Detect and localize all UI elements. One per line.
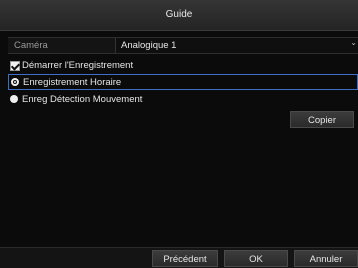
setup-wizard-window: Guide Caméra Analogique 1 ⌄ Démarrer l'E…	[0, 0, 358, 268]
title-bar: Guide	[0, 0, 358, 31]
motion-recording-label: Enreg Détection Mouvement	[22, 94, 143, 105]
camera-select-value: Analogique 1	[121, 40, 177, 51]
copy-button[interactable]: Copier	[290, 111, 354, 128]
schedule-recording-option[interactable]: Enregistrement Horaire	[8, 74, 358, 90]
schedule-recording-label: Enregistrement Horaire	[23, 77, 122, 88]
window-title: Guide	[165, 9, 193, 20]
start-recording-option[interactable]: Démarrer l'Enregistrement	[8, 58, 358, 74]
camera-row: Caméra Analogique 1 ⌄	[8, 37, 358, 54]
previous-button[interactable]: Précédent	[152, 250, 218, 267]
footer-bar: Précédent OK Annuler	[0, 247, 358, 268]
start-recording-checkbox[interactable]	[10, 61, 20, 71]
motion-recording-radio[interactable]	[10, 95, 18, 103]
camera-select[interactable]: Analogique 1 ⌄	[115, 38, 358, 53]
schedule-recording-radio[interactable]	[11, 78, 19, 86]
motion-recording-option[interactable]: Enreg Détection Mouvement	[8, 92, 358, 108]
camera-label: Caméra	[14, 40, 48, 51]
ok-button[interactable]: OK	[224, 250, 288, 267]
cancel-button[interactable]: Annuler	[294, 250, 358, 267]
chevron-down-icon: ⌄	[350, 38, 357, 47]
start-recording-label: Démarrer l'Enregistrement	[22, 60, 134, 71]
